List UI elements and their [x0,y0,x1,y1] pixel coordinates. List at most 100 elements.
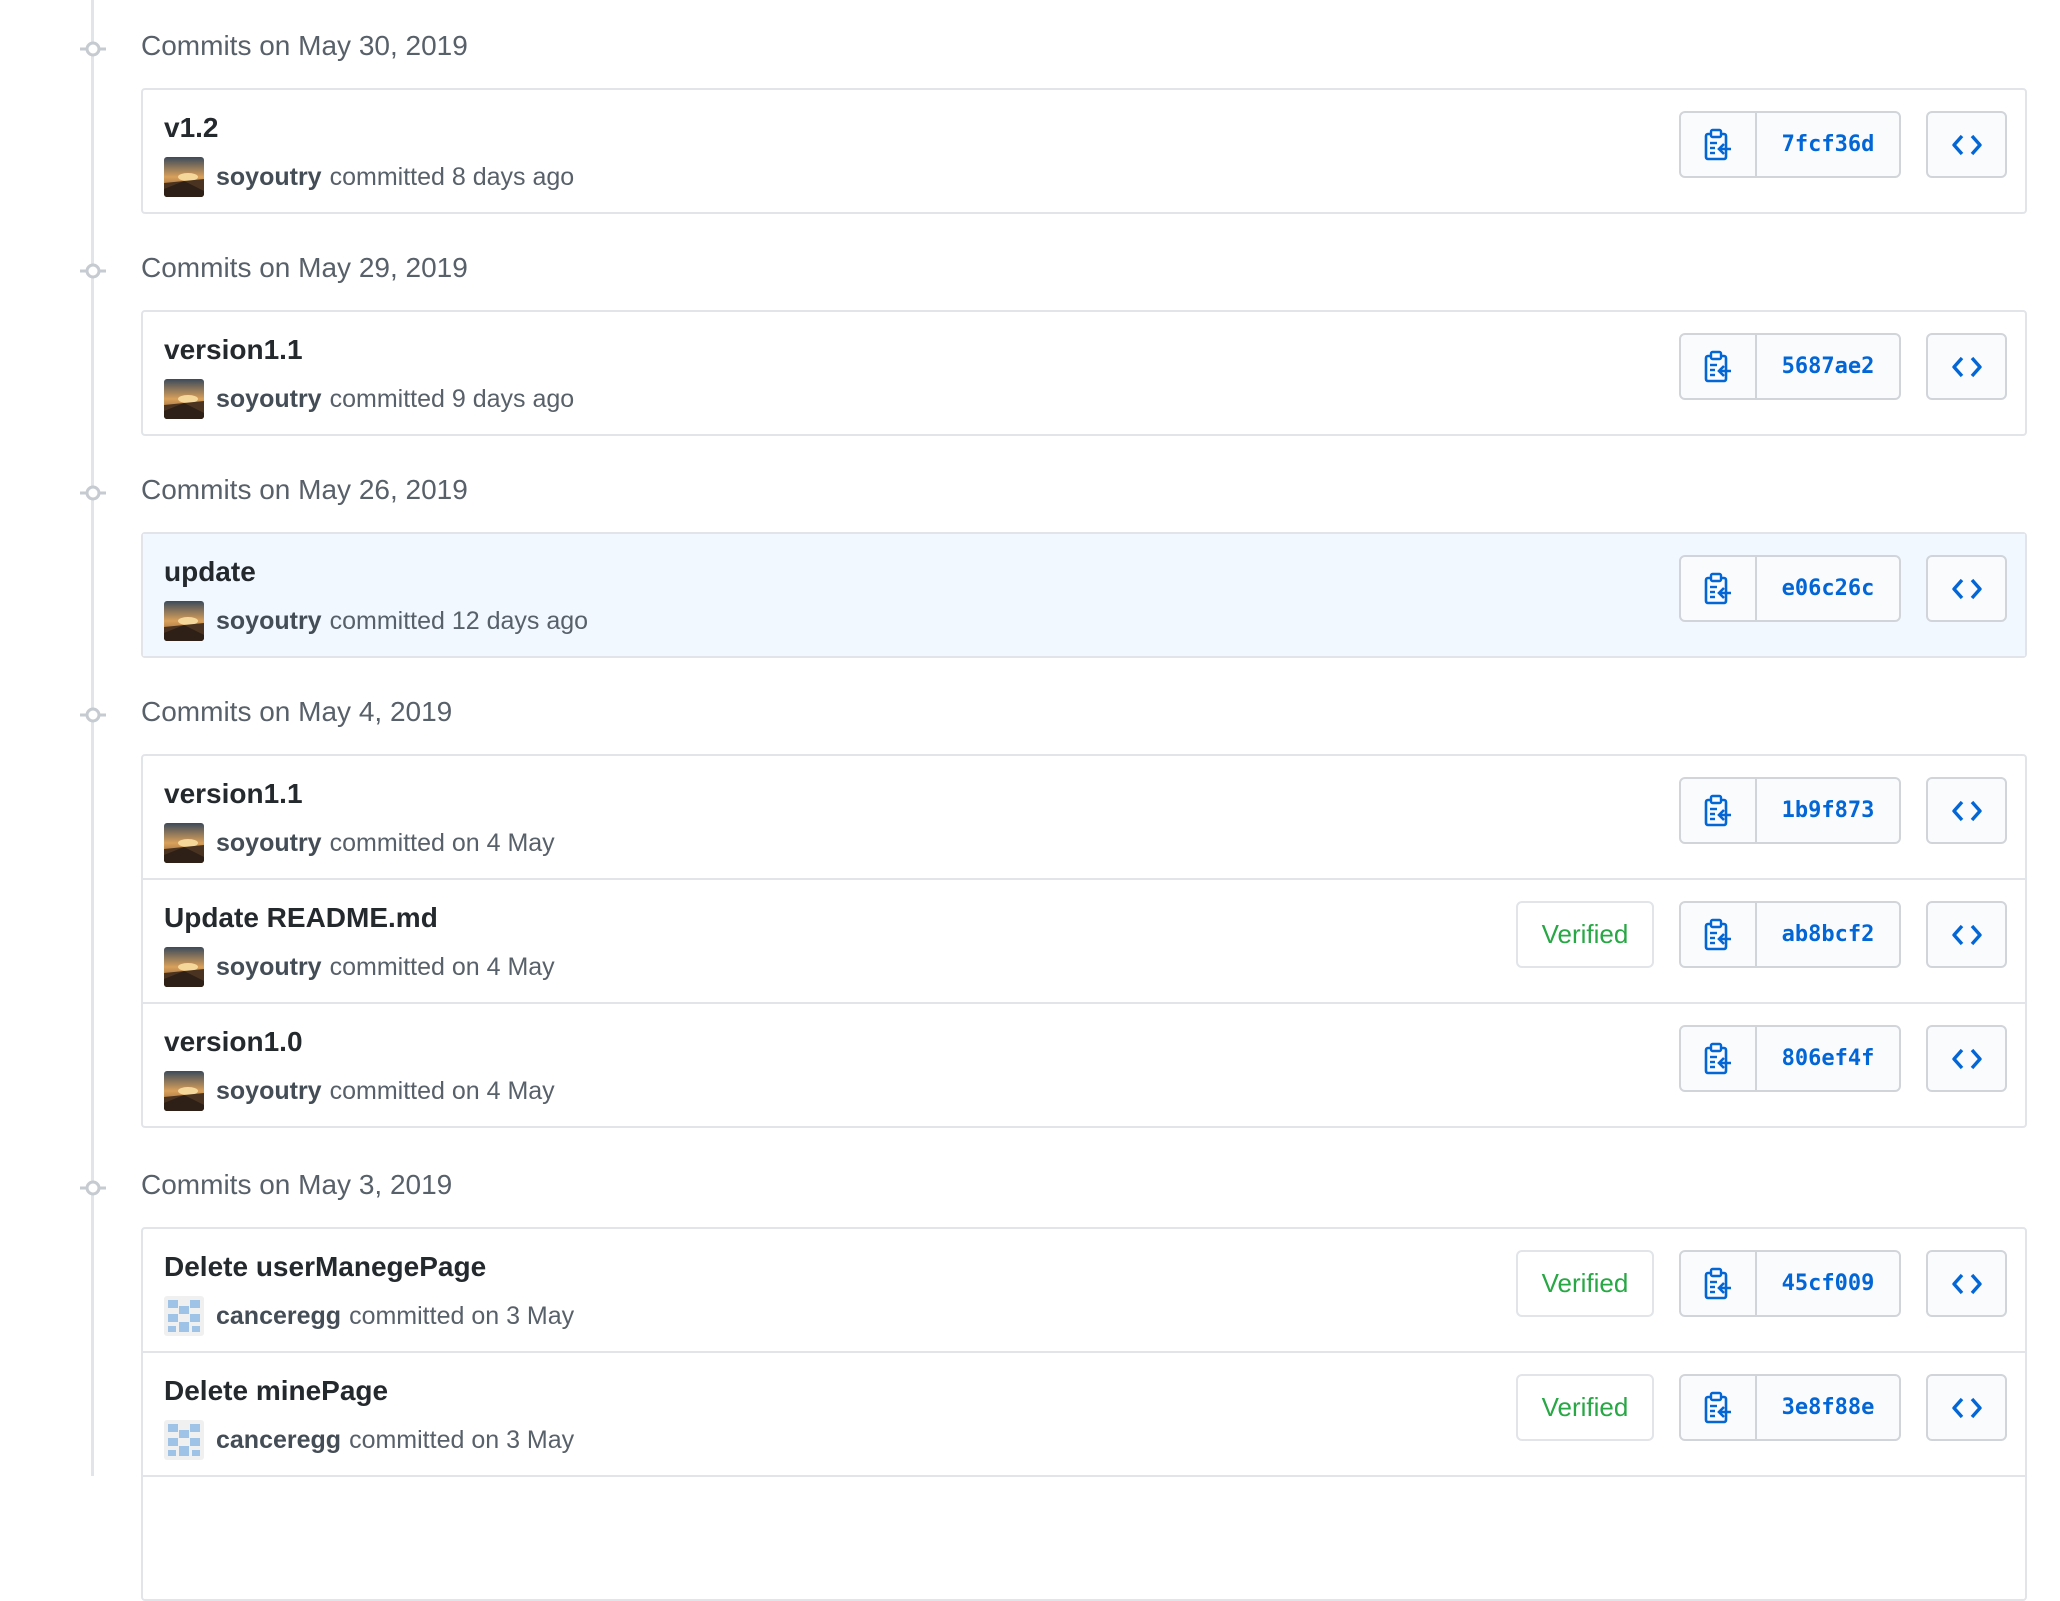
commit-list: v1.2 soyoutry committed 8 days ago 7fcf36d [141,88,2027,214]
code-icon [1951,1047,1982,1071]
browse-repo-button[interactable] [1926,901,2007,968]
commit-sha-link[interactable]: 45cf009 [1757,1252,1899,1315]
commit-time: committed on 3 May [349,1425,575,1454]
commit-row: version1.1 soyoutry committed 9 days ago 56… [143,312,2025,434]
verified-badge[interactable]: Verified [1516,1374,1654,1441]
author-link[interactable]: soyoutry [216,953,322,982]
copy-sha-button[interactable] [1681,1027,1757,1090]
author-link[interactable]: soyoutry [216,607,322,636]
commit-row: Update README.md soyoutry committed on 4 M… [143,878,2025,1002]
commit-list: Delete userManegePage canceregg committed … [141,1227,2027,1601]
commit-group-header: Commits on May 30, 2019 [0,26,2060,66]
commit-list: version1.1 soyoutry committed 9 days ago 56… [141,310,2027,436]
commit-message-link[interactable]: version1.0 [164,1026,303,1058]
commit-sha-link[interactable]: e06c26c [1757,557,1899,620]
author-link[interactable]: soyoutry [216,163,322,192]
commit-sha-link[interactable]: 1b9f873 [1757,779,1899,842]
commit-meta: canceregg committed on 3 May [164,1295,574,1337]
clipboard-copy-icon [1703,794,1733,828]
commit-message-link[interactable]: v1.2 [164,112,219,144]
browse-repo-button[interactable] [1926,1250,2007,1317]
commit-time: committed on 4 May [329,1076,555,1105]
commit-group-header: Commits on May 3, 2019 [0,1165,2060,1205]
sha-button-group: 806ef4f [1679,1025,1901,1092]
clipboard-copy-icon [1703,1042,1733,1076]
verified-badge[interactable]: Verified [1516,1250,1654,1317]
commit-row: Delete minePage canceregg committed on 3 M… [143,1351,2025,1475]
author-link[interactable]: canceregg [216,1302,341,1331]
sha-button-group: e06c26c [1679,555,1901,622]
author-avatar[interactable] [164,1296,204,1336]
commit-meta: soyoutry committed 8 days ago [164,156,574,198]
commit-time: committed on 4 May [329,952,555,981]
commit-time: committed on 3 May [349,1301,575,1330]
author-link[interactable]: canceregg [216,1426,341,1455]
commit-meta: soyoutry committed 9 days ago [164,378,574,420]
commit-meta: soyoutry committed on 4 May [164,822,555,864]
commit-message-link[interactable]: Delete userManegePage [164,1251,486,1283]
copy-sha-button[interactable] [1681,779,1757,842]
clipboard-copy-icon [1703,1391,1733,1425]
browse-repo-button[interactable] [1926,555,2007,622]
commit-message-link[interactable]: Update README.md [164,902,438,934]
author-avatar[interactable] [164,379,204,419]
author-avatar[interactable] [164,157,204,197]
sha-button-group: 1b9f873 [1679,777,1901,844]
commit-sha-link[interactable]: 7fcf36d [1757,113,1899,176]
commit-meta: soyoutry committed 12 days ago [164,600,588,642]
copy-sha-button[interactable] [1681,1252,1757,1315]
author-link[interactable]: soyoutry [216,385,322,414]
commit-row [143,1475,2025,1599]
author-avatar[interactable] [164,601,204,641]
commit-sha-link[interactable]: 806ef4f [1757,1027,1899,1090]
git-commit-icon [80,258,106,284]
code-icon [1951,577,1982,601]
browse-repo-button[interactable] [1926,777,2007,844]
commit-row: Delete userManegePage canceregg committed … [143,1229,2025,1351]
commit-meta: soyoutry committed on 4 May [164,1070,555,1112]
commit-message-link[interactable]: Delete minePage [164,1375,388,1407]
copy-sha-button[interactable] [1681,903,1757,966]
commit-sha-link[interactable]: ab8bcf2 [1757,903,1899,966]
commit-time: committed 9 days ago [329,384,575,413]
commit-message-link[interactable]: update [164,556,256,588]
timeline-line [91,0,94,1476]
verified-badge[interactable]: Verified [1516,901,1654,968]
clipboard-copy-icon [1703,572,1733,606]
author-link[interactable]: soyoutry [216,1077,322,1106]
commit-row: version1.1 soyoutry committed on 4 May 1b9f… [143,756,2025,878]
git-commit-icon [80,1175,106,1201]
commit-row: version1.0 soyoutry committed on 4 May 806e… [143,1002,2025,1126]
commit-sha-link[interactable]: 5687ae2 [1757,335,1899,398]
browse-repo-button[interactable] [1926,1374,2007,1441]
commit-message-link[interactable]: version1.1 [164,778,303,810]
copy-sha-button[interactable] [1681,335,1757,398]
commit-list: update soyoutry committed 12 days ago e06c2… [141,532,2027,658]
commit-meta: canceregg committed on 3 May [164,1419,574,1461]
browse-repo-button[interactable] [1926,1025,2007,1092]
sha-button-group: 45cf009 [1679,1250,1901,1317]
commit-group-date: Commits on May 26, 2019 [141,474,468,505]
author-link[interactable]: soyoutry [216,829,322,858]
code-icon [1951,1272,1982,1296]
commit-sha-link[interactable]: 3e8f88e [1757,1376,1899,1439]
code-icon [1951,133,1982,157]
browse-repo-button[interactable] [1926,111,2007,178]
author-avatar[interactable] [164,823,204,863]
sha-button-group: 5687ae2 [1679,333,1901,400]
clipboard-copy-icon [1703,918,1733,952]
commit-row: v1.2 soyoutry committed 8 days ago 7fcf36d [143,90,2025,212]
commit-message-link[interactable]: version1.1 [164,334,303,366]
commit-time: committed 12 days ago [329,606,589,635]
sha-button-group: ab8bcf2 [1679,901,1901,968]
author-avatar[interactable] [164,1420,204,1460]
copy-sha-button[interactable] [1681,1376,1757,1439]
git-commit-icon [80,36,106,62]
author-avatar[interactable] [164,947,204,987]
copy-sha-button[interactable] [1681,557,1757,620]
copy-sha-button[interactable] [1681,113,1757,176]
browse-repo-button[interactable] [1926,333,2007,400]
author-avatar[interactable] [164,1071,204,1111]
code-icon [1951,923,1982,947]
commit-group-date: Commits on May 4, 2019 [141,696,453,727]
